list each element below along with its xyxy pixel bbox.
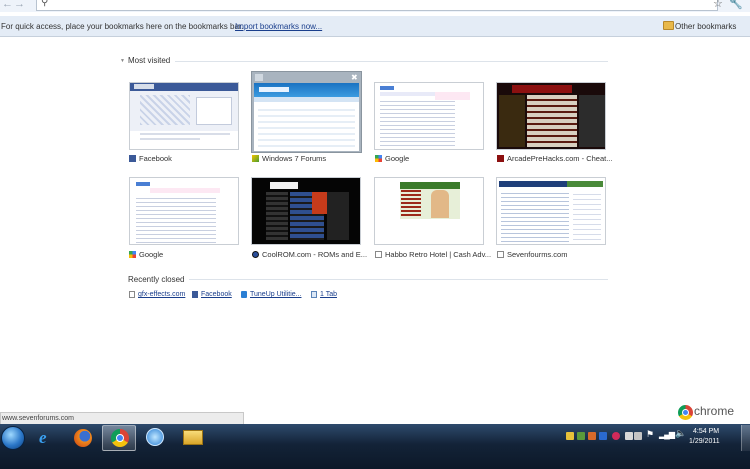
clock-time[interactable]: 4:54 PM bbox=[693, 428, 719, 435]
thumbnail-label: Google bbox=[385, 154, 410, 163]
google-icon bbox=[375, 155, 382, 162]
thumbnail-label: Habbo Retro Hotel | Cash Adv... bbox=[385, 250, 492, 259]
tray-icon[interactable] bbox=[588, 432, 596, 440]
toolbar: ← → ⚲ ☆ 🔧 bbox=[0, 0, 750, 12]
thumbnail-google-2[interactable] bbox=[129, 177, 239, 245]
tray-icon[interactable] bbox=[599, 432, 607, 440]
internet-explorer-icon: e bbox=[39, 428, 47, 447]
window-icon bbox=[311, 291, 317, 298]
taskbar-explorer[interactable] bbox=[176, 425, 210, 451]
thumbnail-google[interactable] bbox=[374, 82, 484, 150]
taskbar-firefox[interactable] bbox=[66, 425, 100, 451]
forward-icon[interactable]: → bbox=[14, 0, 25, 10]
most-visited-title: Most visited bbox=[128, 56, 171, 65]
start-button[interactable] bbox=[1, 426, 25, 450]
recently-closed-item[interactable]: gfx-effects.com bbox=[138, 291, 185, 298]
pin-icon[interactable] bbox=[255, 74, 263, 81]
recently-closed-item[interactable]: TuneUp Utilitie... bbox=[250, 291, 301, 298]
recently-closed-item[interactable]: Facebook bbox=[201, 291, 232, 298]
show-desktop-button[interactable] bbox=[741, 425, 750, 451]
google-icon bbox=[129, 251, 136, 258]
star-icon[interactable]: ☆ bbox=[713, 0, 723, 10]
facebook-icon bbox=[129, 155, 136, 162]
itunes-icon bbox=[146, 428, 164, 446]
sevenforums-icon bbox=[252, 155, 259, 162]
page-icon bbox=[129, 291, 135, 298]
omnibox-input[interactable] bbox=[36, 0, 718, 11]
thumbnail-arcadeprehacks[interactable] bbox=[496, 82, 606, 150]
network-icon[interactable]: ▂▄▆ bbox=[659, 430, 675, 439]
thumbnail-label: CoolROM.com - ROMs and E... bbox=[262, 250, 368, 259]
status-url: www.sevenforums.com bbox=[2, 415, 74, 422]
section-divider bbox=[175, 61, 608, 62]
thumbnail-facebook[interactable] bbox=[129, 82, 239, 150]
bookmarks-bar-message: For quick access, place your bookmarks h… bbox=[1, 22, 244, 31]
flag-icon[interactable]: ⚑ bbox=[646, 429, 654, 440]
tray-icon[interactable] bbox=[566, 432, 574, 440]
chrome-logo-icon bbox=[678, 405, 693, 420]
thumbnail-label: Facebook bbox=[139, 154, 172, 163]
thumbnail-label: Sevenfourms.com bbox=[507, 250, 568, 259]
chrome-wordmark: chrome bbox=[694, 404, 735, 418]
collapse-icon[interactable]: ▼ bbox=[120, 58, 125, 64]
page-icon bbox=[497, 251, 504, 258]
tray-icon[interactable] bbox=[625, 432, 633, 440]
close-icon[interactable]: ✖ bbox=[351, 73, 358, 82]
import-bookmarks-link[interactable]: Import bookmarks now... bbox=[235, 22, 322, 31]
coolrom-icon bbox=[252, 251, 259, 258]
thumbnail-windows7forums[interactable]: ✖ bbox=[251, 71, 362, 153]
bookmarks-bar: For quick access, place your bookmarks h… bbox=[0, 16, 750, 37]
explorer-icon bbox=[183, 430, 203, 445]
other-bookmarks-button[interactable]: Other bookmarks bbox=[675, 22, 736, 31]
section-divider bbox=[189, 279, 608, 280]
firefox-icon bbox=[74, 429, 92, 447]
taskbar-ie[interactable]: e bbox=[30, 425, 64, 451]
thumbnail-coolrom[interactable] bbox=[251, 177, 361, 245]
tuneup-icon bbox=[241, 291, 247, 298]
wrench-icon[interactable]: 🔧 bbox=[729, 0, 743, 10]
tray-icon[interactable] bbox=[577, 432, 585, 440]
taskbar-itunes[interactable] bbox=[138, 425, 172, 451]
page-icon bbox=[375, 251, 382, 258]
arcade-icon bbox=[497, 155, 504, 162]
thumbnail-label: Google bbox=[139, 250, 164, 259]
thumbnail-label: Windows 7 Forums bbox=[262, 154, 327, 163]
search-icon: ⚲ bbox=[41, 0, 49, 8]
recently-closed-item[interactable]: 1 Tab bbox=[320, 291, 337, 298]
thumbnail-label: ArcadePreHacks.com - Cheat... bbox=[507, 154, 613, 163]
thumbnail-habbo[interactable] bbox=[374, 177, 484, 245]
tray-icon[interactable] bbox=[634, 432, 642, 440]
thumbnail-sevenfourms[interactable] bbox=[496, 177, 606, 245]
folder-icon bbox=[663, 21, 674, 30]
volume-icon[interactable]: 🔈 bbox=[675, 428, 686, 439]
clock-date[interactable]: 1/29/2011 bbox=[689, 438, 720, 445]
back-icon[interactable]: ← bbox=[2, 0, 13, 10]
facebook-icon bbox=[192, 291, 198, 298]
recently-closed-title: Recently closed bbox=[128, 275, 185, 284]
tray-icon[interactable] bbox=[612, 432, 620, 440]
taskbar-chrome[interactable] bbox=[102, 425, 136, 451]
